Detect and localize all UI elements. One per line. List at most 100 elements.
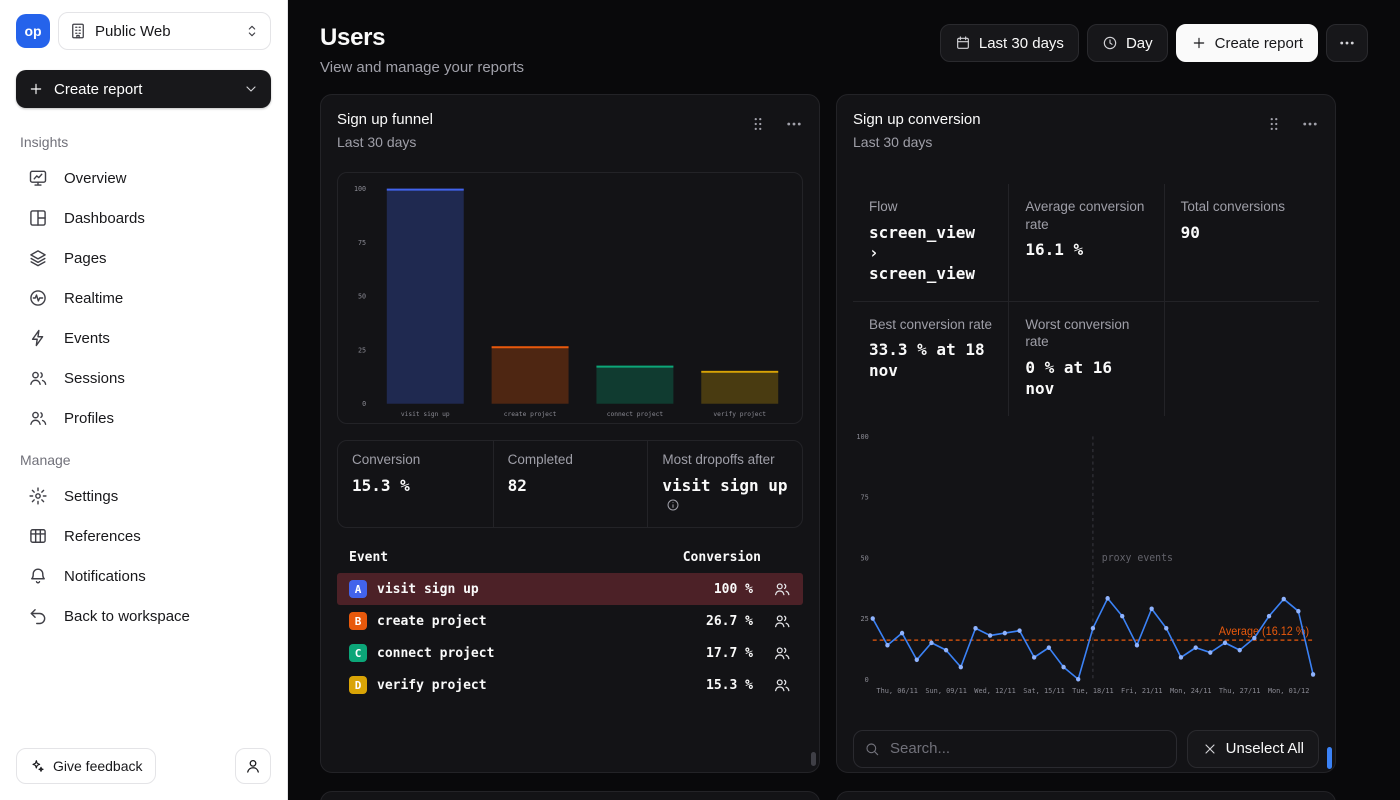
calendar-icon xyxy=(955,35,971,51)
sidebar-item-events[interactable]: Events xyxy=(16,318,271,358)
unselect-all-button[interactable]: Unselect All xyxy=(1187,730,1319,768)
stat-label: Completed xyxy=(508,451,634,469)
svg-text:50: 50 xyxy=(860,553,868,562)
event-badge: A xyxy=(349,580,367,598)
funnel-table-rows: Avisit sign up100 %Bcreate project26.7 %… xyxy=(337,573,803,701)
workspace-name: Public Web xyxy=(95,23,236,40)
dashboards-icon xyxy=(28,208,48,228)
event-conversion: 17.7 % xyxy=(706,646,753,661)
sidebar-item-label: Notifications xyxy=(64,568,146,585)
drag-handle-icon[interactable] xyxy=(1265,115,1283,133)
stat-label: Best conversion rate xyxy=(869,316,992,334)
people-icon[interactable] xyxy=(773,580,791,598)
stat-value: 82 xyxy=(508,476,634,497)
card-title: Sign up funnel xyxy=(337,111,433,128)
event-conversion: 26.7 % xyxy=(706,614,753,629)
funnel-row-verify-project[interactable]: Dverify project15.3 % xyxy=(337,669,803,701)
svg-text:connect project: connect project xyxy=(607,411,664,418)
drag-handle-icon[interactable] xyxy=(749,115,767,133)
svg-text:Tue, 18/11: Tue, 18/11 xyxy=(1072,685,1114,694)
ellipsis-icon xyxy=(1338,34,1356,52)
sidebar-item-profiles[interactable]: Profiles xyxy=(16,398,271,438)
sidebar-item-realtime[interactable]: Realtime xyxy=(16,278,271,318)
create-report-label: Create report xyxy=(1215,35,1303,52)
sidebar-item-label: Dashboards xyxy=(64,210,145,227)
svg-text:Mon, 24/11: Mon, 24/11 xyxy=(1170,685,1212,694)
users-icon xyxy=(28,368,48,388)
give-feedback-button[interactable]: Give feedback xyxy=(16,748,156,784)
sparkles-icon xyxy=(29,758,45,774)
stat-value: 33.3 % at 18 nov xyxy=(869,340,992,382)
flow-step-1: screen_view xyxy=(869,223,992,244)
conversion-card-footer: Unselect All xyxy=(853,730,1319,768)
sidebar-item-pages[interactable]: Pages xyxy=(16,238,271,278)
sidebar-item-notifications[interactable]: Notifications xyxy=(16,556,271,596)
date-range-button[interactable]: Last 30 days xyxy=(940,24,1079,62)
sidebar-item-overview[interactable]: Overview xyxy=(16,158,271,198)
svg-text:create project: create project xyxy=(504,411,557,418)
scrollbar-thumb[interactable] xyxy=(811,752,816,766)
create-report-button-header[interactable]: Create report xyxy=(1176,24,1318,62)
sidebar-item-dashboards[interactable]: Dashboards xyxy=(16,198,271,238)
clock-icon xyxy=(1102,35,1118,51)
more-options-button[interactable] xyxy=(1326,24,1368,62)
svg-text:0: 0 xyxy=(865,674,869,683)
event-badge: C xyxy=(349,644,367,662)
chevrons-up-down-icon xyxy=(244,23,260,39)
funnel-row-connect-project[interactable]: Cconnect project17.7 % xyxy=(337,637,803,669)
funnel-table-header: Event Conversion xyxy=(337,542,803,573)
conversion-line-chart[interactable]: 0255075100proxy eventsAverage (16.12 %)T… xyxy=(853,428,1319,696)
funnel-row-visit-sign-up[interactable]: Avisit sign up100 % xyxy=(337,573,803,605)
svg-text:Average (16.12 %): Average (16.12 %) xyxy=(1219,625,1310,637)
svg-text:100: 100 xyxy=(856,431,868,440)
svg-text:100: 100 xyxy=(354,185,366,193)
card-menu-icon[interactable] xyxy=(785,115,803,133)
stat-label: Worst conversion rate xyxy=(1025,316,1147,351)
create-report-label: Create report xyxy=(54,81,142,98)
search-box xyxy=(853,730,1177,768)
page-title: Users xyxy=(320,24,524,52)
svg-text:Fri, 21/11: Fri, 21/11 xyxy=(1121,685,1163,694)
workspace-selector[interactable]: Public Web xyxy=(58,12,271,50)
app-logo[interactable]: op xyxy=(16,14,50,48)
references-icon xyxy=(28,526,48,546)
sidebar-item-settings[interactable]: Settings xyxy=(16,476,271,516)
stat-worst-conversion: Worst conversion rate 0 % at 16 nov xyxy=(1008,301,1163,416)
sidebar-item-sessions[interactable]: Sessions xyxy=(16,358,271,398)
sidebar-item-label: Pages xyxy=(64,250,107,267)
scrollbar-thumb[interactable] xyxy=(1327,747,1332,769)
stat-label: Flow xyxy=(869,198,992,216)
svg-text:Thu, 27/11: Thu, 27/11 xyxy=(1219,685,1261,694)
user-avatar-button[interactable] xyxy=(235,748,271,784)
people-icon[interactable] xyxy=(773,676,791,694)
sidebar-item-label: Settings xyxy=(64,488,118,505)
card-menu-icon[interactable] xyxy=(1301,115,1319,133)
x-icon xyxy=(1202,741,1218,757)
svg-text:visit sign up: visit sign up xyxy=(401,411,450,418)
users-icon xyxy=(28,408,48,428)
events-icon xyxy=(28,328,48,348)
sidebar: op Public Web Create report InsightsOver… xyxy=(0,0,288,800)
event-name: verify project xyxy=(377,678,696,693)
svg-text:verify project: verify project xyxy=(713,411,766,418)
svg-text:25: 25 xyxy=(860,614,868,623)
create-report-button-sidebar[interactable]: Create report xyxy=(16,70,271,108)
sidebar-item-back-to-workspace[interactable]: Back to workspace xyxy=(16,596,271,636)
funnel-bar-chart[interactable]: 0255075100visit sign upcreate projectcon… xyxy=(337,172,803,424)
stat-value: 15.3 % xyxy=(352,476,479,497)
info-icon xyxy=(666,498,680,512)
unselect-all-label: Unselect All xyxy=(1226,740,1304,757)
card-subtitle: Last 30 days xyxy=(337,134,433,150)
back-arrow-icon xyxy=(28,606,48,626)
funnel-stat-most-dropoffs-after: Most dropoffs aftervisit sign up xyxy=(647,441,802,527)
sidebar-item-label: References xyxy=(64,528,141,545)
sidebar-item-references[interactable]: References xyxy=(16,516,271,556)
header-actions: Last 30 days Day Create report xyxy=(940,24,1368,62)
people-icon[interactable] xyxy=(773,644,791,662)
funnel-row-create-project[interactable]: Bcreate project26.7 % xyxy=(337,605,803,637)
interval-button[interactable]: Day xyxy=(1087,24,1168,62)
partial-card-1 xyxy=(320,791,820,800)
stat-label: Total conversions xyxy=(1181,198,1303,216)
people-icon[interactable] xyxy=(773,612,791,630)
search-input[interactable] xyxy=(853,730,1177,768)
